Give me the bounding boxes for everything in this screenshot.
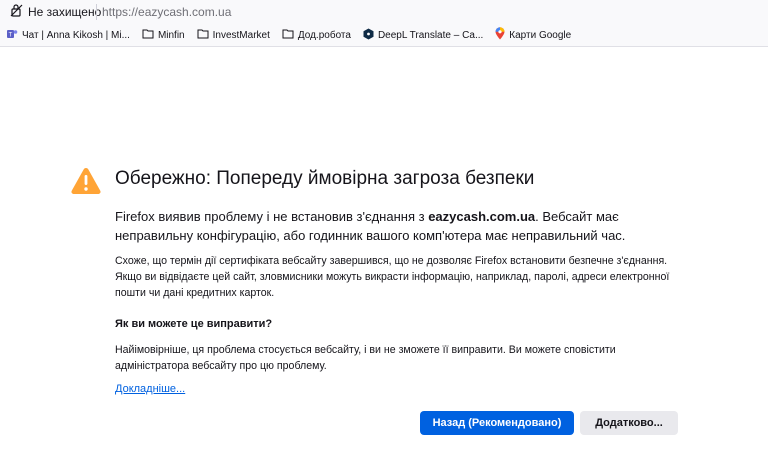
error-details: Схоже, що термін дії сертифіката вебсайт… bbox=[115, 255, 670, 299]
fix-text: Найімовірніше, ця проблема стосується ве… bbox=[115, 344, 616, 372]
intro-text-before: Firefox виявив проблему і не встановив з… bbox=[115, 209, 429, 224]
warning-icon bbox=[70, 166, 102, 200]
error-page: Обережно: Попереду ймовірна загроза безп… bbox=[0, 0, 768, 435]
intro-host: eazycash.com.ua bbox=[428, 209, 536, 224]
go-back-button[interactable]: Назад (Рекомендовано) bbox=[420, 411, 574, 435]
error-intro: Firefox виявив проблему і не встановив з… bbox=[115, 207, 685, 245]
fix-heading: Як ви можете це виправити? bbox=[115, 318, 273, 330]
error-title: Обережно: Попереду ймовірна загроза безп… bbox=[115, 168, 535, 189]
advanced-button[interactable]: Додатково... bbox=[580, 411, 678, 435]
learn-more-link[interactable]: Докладніше... bbox=[115, 383, 185, 395]
